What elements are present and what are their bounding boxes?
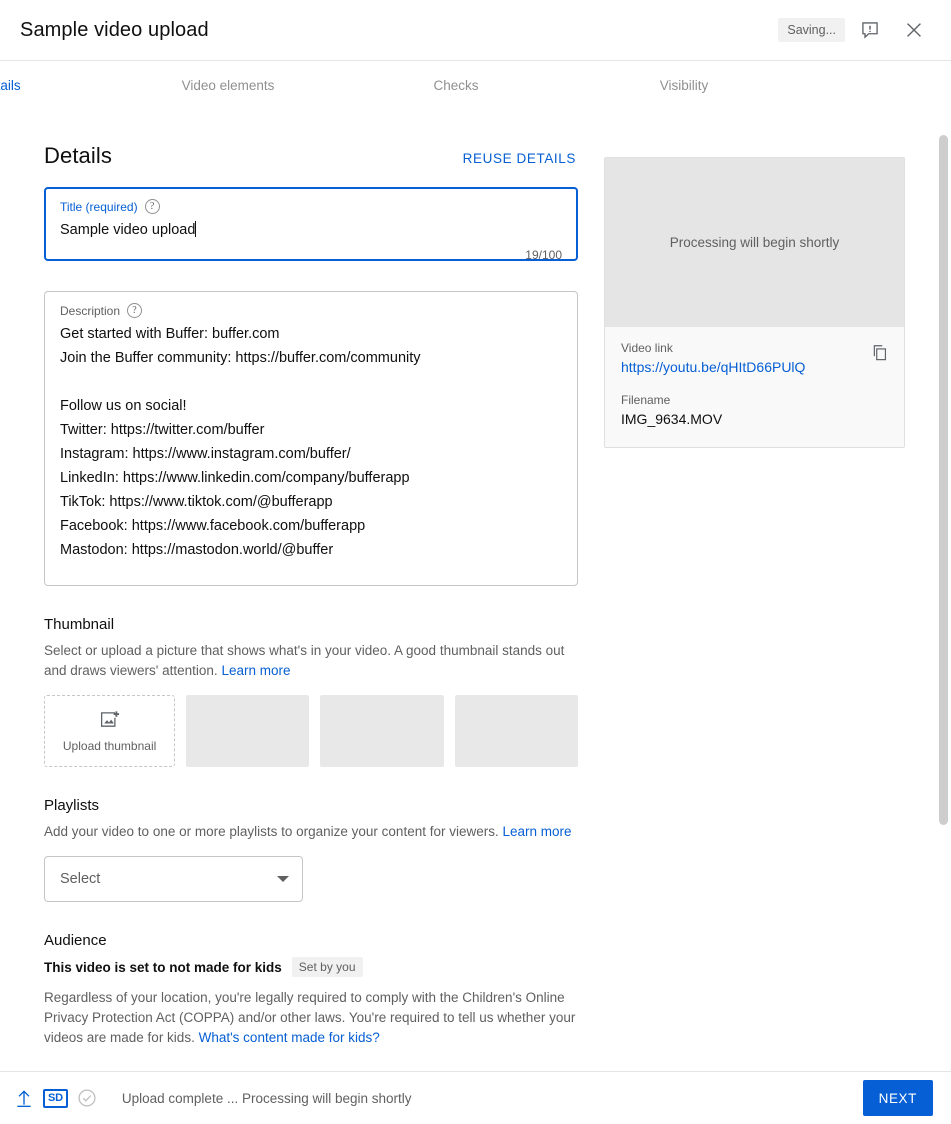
thumbnail-section: Thumbnail Select or upload a picture tha… xyxy=(44,616,578,767)
details-column: Details REUSE DETAILS Title (required) ?… xyxy=(44,143,578,1062)
video-meta-panel: Video link https://youtu.be/qHItD66PUlQ … xyxy=(605,327,904,447)
upload-thumbnail-button[interactable]: Upload thumbnail xyxy=(44,695,176,767)
upload-stepper: Details Video elements Checks Visibility xyxy=(0,61,951,181)
audience-status-row: This video is set to not made for kids S… xyxy=(44,957,578,977)
audience-status-text: This video is set to not made for kids xyxy=(44,959,282,975)
title-help-icon[interactable]: ? xyxy=(144,199,160,214)
made-for-kids-link[interactable]: What's content made for kids? xyxy=(199,1030,380,1045)
video-processing-placeholder: Processing will begin shortly xyxy=(605,158,904,327)
step-label-details[interactable]: Details xyxy=(0,78,21,93)
description-label: Description xyxy=(60,303,121,318)
set-by-you-badge: Set by you xyxy=(291,957,363,977)
filename-value: IMG_9634.MOV xyxy=(621,411,723,427)
text-caret xyxy=(195,221,197,237)
video-link-value[interactable]: https://youtu.be/qHItD66PUlQ xyxy=(621,359,805,375)
header-actions: Saving... xyxy=(778,11,933,49)
thumbnail-learn-more-link[interactable]: Learn more xyxy=(221,663,290,678)
dialog-header: Sample video upload Saving... xyxy=(0,0,951,61)
video-preview-card: Processing will begin shortly Video link xyxy=(604,157,905,448)
step-label-visibility[interactable]: Visibility xyxy=(660,78,709,93)
description-label-row: Description ? xyxy=(60,303,562,318)
footer-status-group: SD Upload complete ... Processing will b… xyxy=(14,1088,863,1108)
step-label-checks[interactable]: Checks xyxy=(433,78,478,93)
video-link-block: Video link https://youtu.be/qHItD66PUlQ xyxy=(621,341,888,377)
reuse-details-button[interactable]: REUSE DETAILS xyxy=(463,151,576,166)
next-button[interactable]: NEXT xyxy=(862,1080,933,1116)
add-image-icon xyxy=(99,710,121,735)
thumbnail-slot[interactable] xyxy=(186,695,310,767)
title-character-counter: 19/100 xyxy=(525,248,562,262)
copy-icon[interactable] xyxy=(862,335,896,369)
playlist-select[interactable]: Select xyxy=(44,856,303,902)
playlist-select-value: Select xyxy=(60,871,101,887)
page-title: Details xyxy=(44,143,112,168)
thumbnail-title: Thumbnail xyxy=(44,616,115,633)
title-value: Sample video upload xyxy=(60,222,196,238)
description-value: Get started with Buffer: buffer.com Join… xyxy=(60,326,421,558)
upload-thumbnail-label: Upload thumbnail xyxy=(62,738,157,753)
saving-status-chip: Saving... xyxy=(778,18,845,42)
filename-block: Filename IMG_9634.MOV xyxy=(621,393,888,429)
step-label-video-elements[interactable]: Video elements xyxy=(182,78,275,93)
upload-dialog: Sample video upload Saving... Details xyxy=(0,0,951,1124)
audience-title: Audience xyxy=(44,932,107,949)
playlists-description: Add your video to one or more playlists … xyxy=(44,824,499,839)
details-header-row: Details REUSE DETAILS xyxy=(44,143,578,169)
playlists-title: Playlists xyxy=(44,797,100,814)
thumbnail-description-wrapper: Select or upload a picture that shows wh… xyxy=(44,641,578,681)
scroll-region: Details REUSE DETAILS Title (required) ?… xyxy=(0,121,951,1071)
dialog-footer: SD Upload complete ... Processing will b… xyxy=(0,1071,951,1124)
playlists-section: Playlists Add your video to one or more … xyxy=(44,797,578,902)
quality-badge: SD xyxy=(43,1088,68,1108)
upload-arrow-icon xyxy=(14,1088,34,1108)
chevron-down-icon xyxy=(277,876,289,882)
feedback-icon[interactable] xyxy=(851,11,889,49)
title-value-wrapper: Sample video upload xyxy=(60,218,562,242)
playlists-learn-more-link[interactable]: Learn more xyxy=(503,824,572,839)
upload-status-text: Upload complete ... Processing will begi… xyxy=(121,1090,412,1106)
close-icon[interactable] xyxy=(895,11,933,49)
preview-column: Processing will begin shortly Video link xyxy=(604,143,910,1062)
thumbnail-options-row: Upload thumbnail xyxy=(44,695,578,767)
video-link-label: Video link xyxy=(621,341,673,355)
thumbnail-description: Select or upload a picture that shows wh… xyxy=(44,643,565,678)
scrollbar-thumb[interactable] xyxy=(939,135,948,825)
scrollbar-track[interactable] xyxy=(936,121,951,1071)
content-columns: Details REUSE DETAILS Title (required) ?… xyxy=(0,121,951,1062)
thumbnail-slot[interactable] xyxy=(454,695,578,767)
description-input[interactable]: Description ? Get started with Buffer: b… xyxy=(44,291,578,586)
audience-section: Audience This video is set to not made f… xyxy=(44,932,578,1048)
title-label-row: Title (required) ? xyxy=(60,199,562,214)
playlists-description-wrapper: Add your video to one or more playlists … xyxy=(44,822,578,842)
check-circle-icon xyxy=(77,1088,97,1108)
title-label: Title (required) xyxy=(60,199,138,214)
dialog-body: Details REUSE DETAILS Title (required) ?… xyxy=(0,121,951,1071)
filename-label: Filename xyxy=(621,393,671,407)
step-label-row: Details Video elements Checks Visibility xyxy=(0,78,951,96)
title-input[interactable]: Title (required) ? Sample video upload 1… xyxy=(44,187,578,262)
audience-description-wrapper: Regardless of your location, you're lega… xyxy=(44,988,578,1048)
thumbnail-slot[interactable] xyxy=(320,695,444,767)
description-help-icon[interactable]: ? xyxy=(127,303,143,318)
dialog-title: Sample video upload xyxy=(20,18,209,41)
